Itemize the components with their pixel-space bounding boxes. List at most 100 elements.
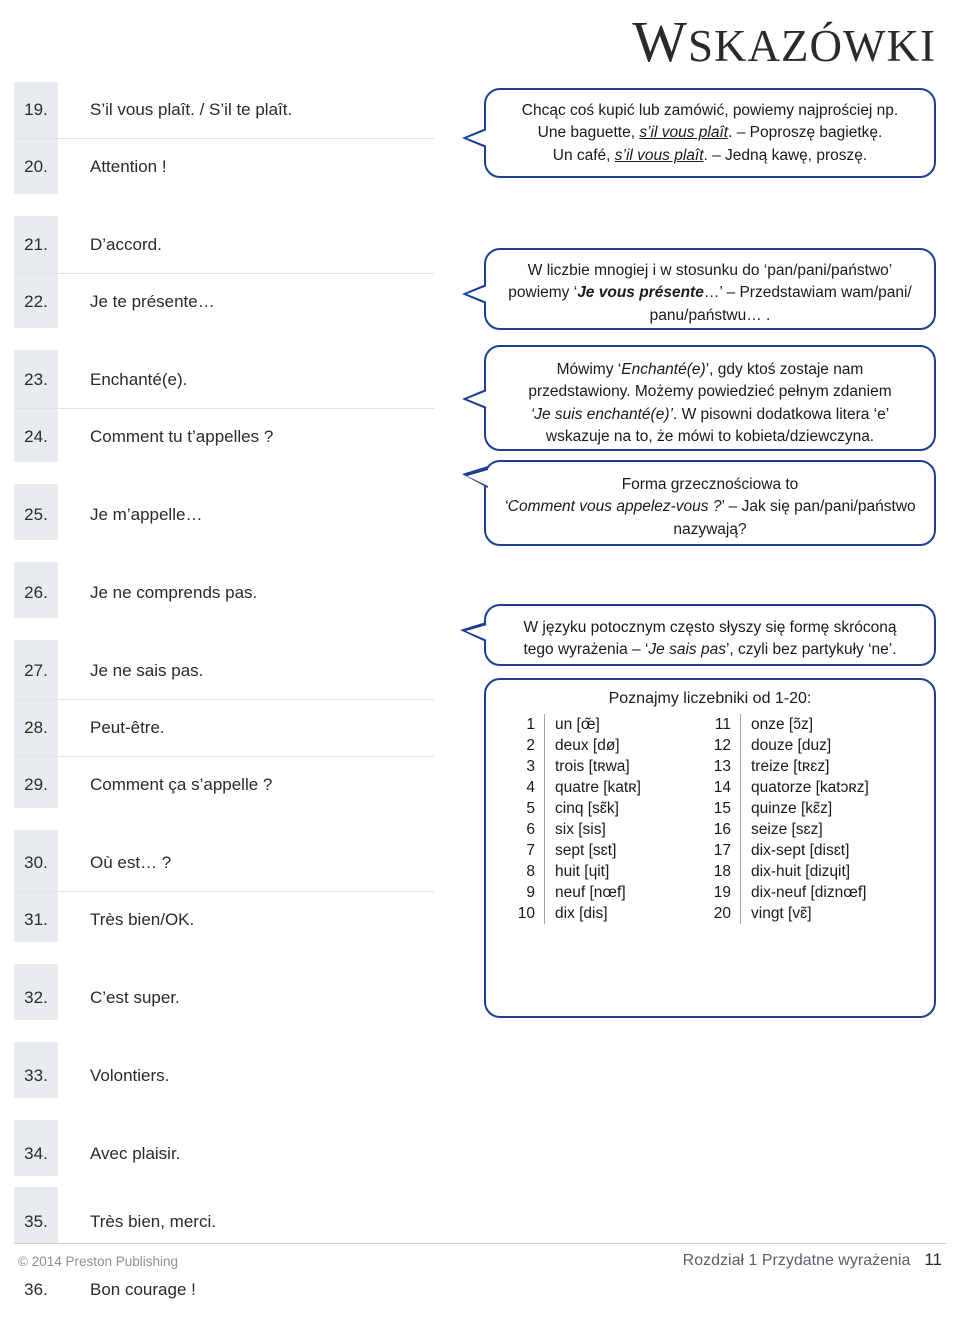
list-item[interactable]: 36. Bon courage ! — [14, 1262, 434, 1318]
number-word: douze [duz] — [740, 735, 911, 756]
list-gap — [14, 1182, 434, 1194]
number-index: 13 — [713, 757, 731, 775]
list-item[interactable]: 35. Très bien, merci. — [14, 1194, 434, 1250]
list-item-text: Comment ça s’appelle ? — [90, 775, 273, 794]
callout-1-line-3: Un café, s’il vous plaît. – Jedną kawę, … — [502, 145, 918, 167]
list-item-number: 28. — [24, 718, 48, 737]
footer-page-number: 11 — [924, 1250, 942, 1269]
number-word: un [œ̃] — [544, 714, 705, 735]
table-row: 4 quatre [katʀ] — [509, 777, 705, 798]
number-index: 19 — [713, 883, 731, 901]
list-item[interactable]: 28. Peut-être. — [14, 700, 434, 757]
list-item[interactable]: 21. D’accord. — [14, 217, 434, 274]
list-item-number: 25. — [24, 505, 48, 524]
list-item-number: 33. — [24, 1066, 48, 1085]
number-index: 7 — [526, 841, 535, 859]
table-row: 3 trois [tʀwa] — [509, 756, 705, 777]
table-row: 13 treize [tʀɛz] — [705, 756, 911, 777]
list-gap — [14, 1104, 434, 1126]
table-row: 10 dix [dis] — [509, 903, 705, 924]
table-row: 20 vingt [vɛ̃] — [705, 903, 911, 924]
footer-chapter: Rozdział 1 Przydatne wyrażenia — [682, 1252, 911, 1269]
number-word: cinq [sɛ̃k] — [544, 798, 705, 819]
number-word: dix-sept [disɛt] — [740, 840, 911, 861]
list-item[interactable]: 30. Où est… ? — [14, 835, 434, 892]
callout-bubble-5: W języku potocznym często słyszy się for… — [460, 604, 936, 666]
table-row: 16 seize [sɛz] — [705, 819, 911, 840]
callout-bubble-2: W liczbie mnogiej i w stosunku do ‘pan/p… — [462, 248, 936, 330]
callout-2-line-1: W liczbie mnogiej i w stosunku do ‘pan/p… — [527, 262, 893, 279]
callout-3-line-3: ‘Je suis enchanté(e)’. W pisowni dodatko… — [502, 404, 918, 426]
callout-1-line-2-b: . – Poproszę bagietkę. — [728, 124, 883, 142]
numbers-panel: Poznajmy liczebniki od 1-20: 1 un [œ̃] 2… — [484, 678, 936, 1018]
list-item[interactable]: 26. Je ne comprends pas. — [14, 565, 434, 621]
list-item[interactable]: 29. Comment ça s’appelle ? — [14, 757, 434, 813]
number-word: neuf [nœf] — [544, 882, 705, 903]
numbers-table-left: 1 un [œ̃] 2 deux [dø] 3 trois [tʀwa] 4 q… — [509, 714, 705, 924]
list-item-text: D’accord. — [90, 235, 162, 254]
list-gap — [14, 621, 434, 643]
list-item[interactable]: 31. Très bien/OK. — [14, 892, 434, 948]
page-title-rest: SKAZÓWKI — [688, 21, 936, 71]
list-item-text: Attention ! — [90, 157, 167, 176]
table-row: 12 douze [duz] — [705, 735, 911, 756]
callout-2-line-2-b: …’ – Przedstawiam wam/pani/ — [703, 284, 912, 302]
callout-3-line-1-a: Mówimy ‘ — [556, 361, 622, 378]
callout-4-line-2-b: ’ – Jak się pan/pani/państwo — [721, 498, 916, 516]
list-item[interactable]: 19. S’il vous plaît. / S’il te plaît. — [14, 82, 434, 139]
list-item-number: 35. — [24, 1212, 48, 1231]
list-gap — [14, 330, 434, 352]
callout-4-line-3: nazywają? — [673, 520, 747, 538]
list-item[interactable]: 27. Je ne sais pas. — [14, 643, 434, 700]
number-index: 3 — [526, 757, 535, 775]
callout-5-line-2-a: tego wyrażenia – ‘ — [523, 641, 649, 659]
callout-3-line-1-b: ’, gdy ktoś zostaje nam — [705, 361, 864, 378]
list-item[interactable]: 25. Je m’appelle… — [14, 487, 434, 543]
callout-2-tail-fill — [467, 286, 487, 302]
list-item-text: Avec plaisir. — [90, 1144, 181, 1163]
list-item-number: 21. — [24, 235, 48, 254]
callout-1-line-2: Une baguette, s’il vous plaît. – Poprosz… — [502, 122, 918, 144]
list-item-number: 31. — [24, 910, 48, 929]
footer-copyright: © 2014 Preston Publishing — [18, 1254, 179, 1269]
callout-2-line-3: panu/państwu… . — [649, 306, 771, 324]
callout-3-line-2: przedstawiony. Możemy powiedzieć pełnym … — [528, 383, 892, 401]
list-item-text: S’il vous plaît. / S’il te plaît. — [90, 100, 293, 119]
number-index: 5 — [526, 799, 535, 817]
list-gap — [14, 543, 434, 565]
list-item-number: 20. — [24, 157, 48, 176]
number-word: quatorze [katɔʀz] — [740, 777, 911, 798]
number-word: sept [sɛt] — [544, 840, 705, 861]
list-item-text: Enchanté(e). — [90, 370, 188, 389]
list-item-text: C’est super. — [90, 988, 180, 1007]
list-item[interactable]: 34. Avec plaisir. — [14, 1126, 434, 1182]
list-item[interactable]: 24. Comment tu t’appelles ? — [14, 409, 434, 465]
list-item[interactable]: 22. Je te présente… — [14, 274, 434, 330]
list-item-number: 22. — [24, 292, 48, 311]
list-item[interactable]: 33. Volontiers. — [14, 1048, 434, 1104]
callout-2-line-2-a: powiemy ‘ — [508, 284, 578, 302]
list-item[interactable]: 32. C’est super. — [14, 970, 434, 1026]
list-item-text: Je ne sais pas. — [90, 661, 204, 680]
number-index: 10 — [517, 904, 535, 922]
list-gap — [14, 465, 434, 487]
callout-1-line-1: Chcąc coś kupić lub zamówić, powiemy naj… — [521, 102, 899, 119]
list-item[interactable]: 23. Enchanté(e). — [14, 352, 434, 409]
list-item[interactable]: 20. Attention ! — [14, 139, 434, 195]
list-item-number: 29. — [24, 775, 48, 794]
number-index: 8 — [526, 862, 535, 880]
list-item-text: Où est… ? — [90, 853, 172, 872]
table-row: 2 deux [dø] — [509, 735, 705, 756]
list-item-text: Très bien/OK. — [90, 910, 195, 929]
number-word: six [sis] — [544, 819, 705, 840]
list-gap — [14, 195, 434, 217]
callout-1-line-3-em: s’il vous plaît — [614, 146, 704, 164]
table-row: 1 un [œ̃] — [509, 714, 705, 735]
callout-4-line-2-em: ‘Comment vous appelez-vous ? — [504, 498, 722, 516]
table-row: 9 neuf [nœf] — [509, 882, 705, 903]
number-word: quatre [katʀ] — [544, 777, 705, 798]
footer-chapter-area: Rozdział 1 Przydatne wyrażenia 11 — [683, 1250, 942, 1270]
number-word: huit [ɥit] — [544, 861, 705, 882]
table-row: 19 dix-neuf [diznœf] — [705, 882, 911, 903]
table-row: 6 six [sis] — [509, 819, 705, 840]
